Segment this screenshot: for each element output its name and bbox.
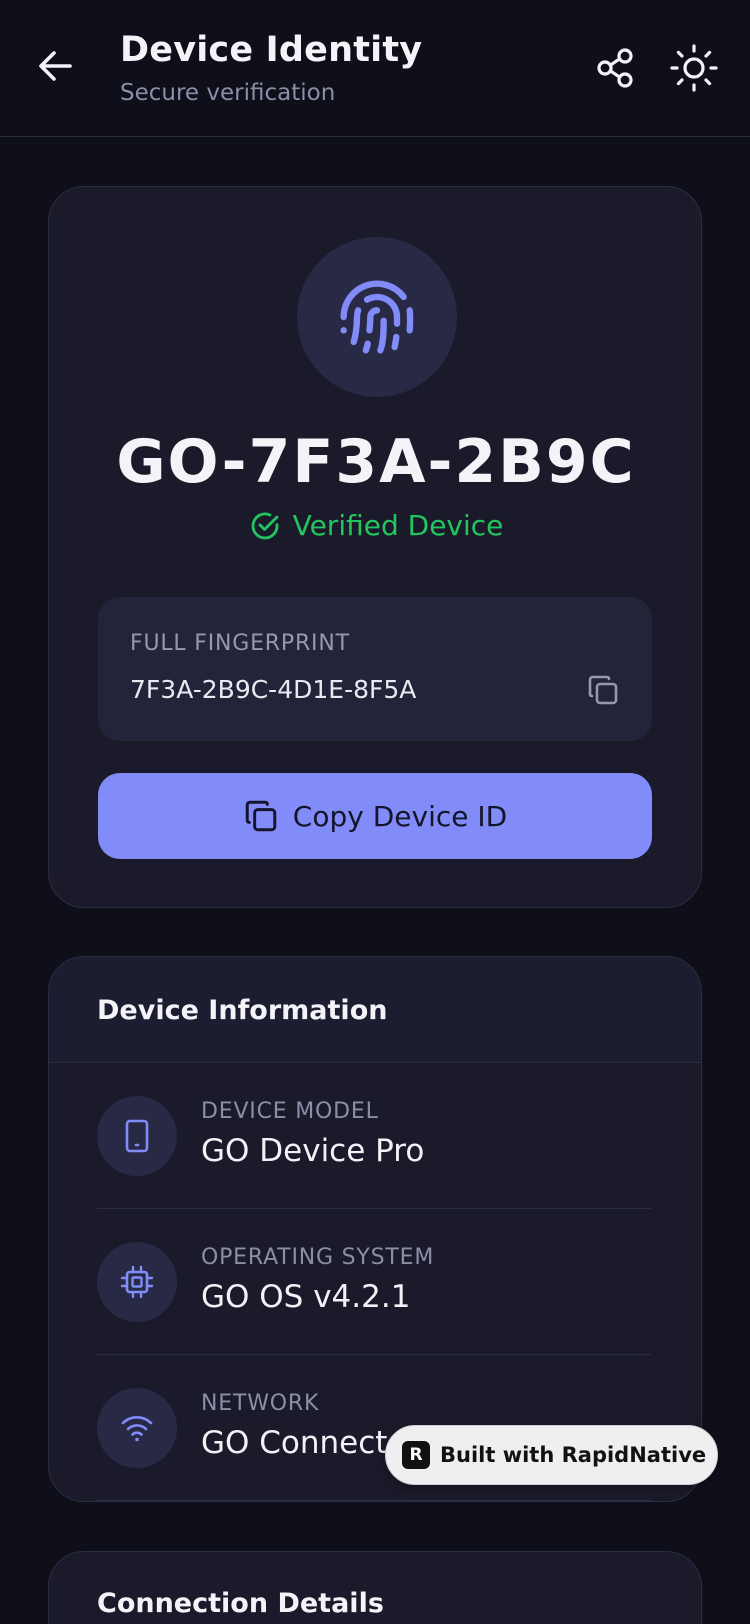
copy-icon — [245, 800, 277, 832]
verified-label: Verified Device — [292, 509, 504, 542]
arrow-left-icon — [39, 51, 72, 81]
info-icon-container — [97, 1388, 177, 1468]
fingerprint-icon — [340, 280, 414, 354]
info-label: DEVICE MODEL — [201, 1099, 379, 1124]
rapidnative-logo-icon: R — [402, 1441, 430, 1469]
built-with-badge[interactable]: R Built with RapidNative — [385, 1425, 718, 1485]
sun-icon — [670, 44, 718, 92]
info-icon-container — [97, 1242, 177, 1322]
verified-status: Verified Device — [49, 509, 703, 542]
badge-label: Built with RapidNative — [440, 1443, 707, 1467]
section-title: Connection Details — [97, 1588, 384, 1619]
share-icon — [597, 48, 633, 88]
section-title: Device Information — [97, 995, 388, 1026]
info-label: NETWORK — [201, 1391, 320, 1416]
wifi-icon — [121, 1416, 153, 1442]
fingerprint-avatar — [297, 237, 457, 397]
info-label: OPERATING SYSTEM — [201, 1245, 435, 1270]
section-header: Device Information — [49, 957, 701, 1063]
fingerprint-label: FULL FINGERPRINT — [130, 631, 350, 656]
fingerprint-value: 7F3A-2B9C-4D1E-8F5A — [130, 675, 417, 704]
copy-fingerprint-button[interactable] — [586, 673, 620, 707]
info-icon-container — [97, 1096, 177, 1176]
list-item-operating-system: OPERATING SYSTEM GO OS v4.2.1 — [97, 1209, 651, 1355]
back-button[interactable] — [34, 44, 78, 88]
copy-icon — [588, 675, 618, 705]
copy-device-id-label: Copy Device ID — [292, 799, 508, 833]
phone-icon — [125, 1119, 149, 1153]
info-value: GO Connect — [201, 1425, 388, 1461]
check-circle-icon — [251, 512, 278, 539]
app-header: Device Identity Secure verification — [0, 0, 750, 137]
page-title: Device Identity — [120, 30, 423, 70]
connection-details-card: Connection Details — [48, 1551, 702, 1624]
info-value: GO Device Pro — [201, 1133, 425, 1169]
copy-device-id-button[interactable]: Copy Device ID — [98, 773, 652, 859]
page-subtitle: Secure verification — [120, 80, 336, 106]
list-item-device-model: DEVICE MODEL GO Device Pro — [97, 1063, 651, 1209]
info-value: GO OS v4.2.1 — [201, 1279, 411, 1315]
device-id: GO-7F3A-2B9C — [116, 427, 636, 497]
theme-toggle-button[interactable] — [668, 42, 720, 94]
share-button[interactable] — [592, 44, 640, 92]
chip-icon — [120, 1265, 154, 1299]
fingerprint-box: FULL FINGERPRINT 7F3A-2B9C-4D1E-8F5A — [98, 597, 652, 741]
device-identity-card: GO-7F3A-2B9C Verified Device FULL FINGER… — [48, 186, 702, 908]
device-information-card: Device Information DEVICE MODEL GO Devic… — [48, 956, 702, 1502]
